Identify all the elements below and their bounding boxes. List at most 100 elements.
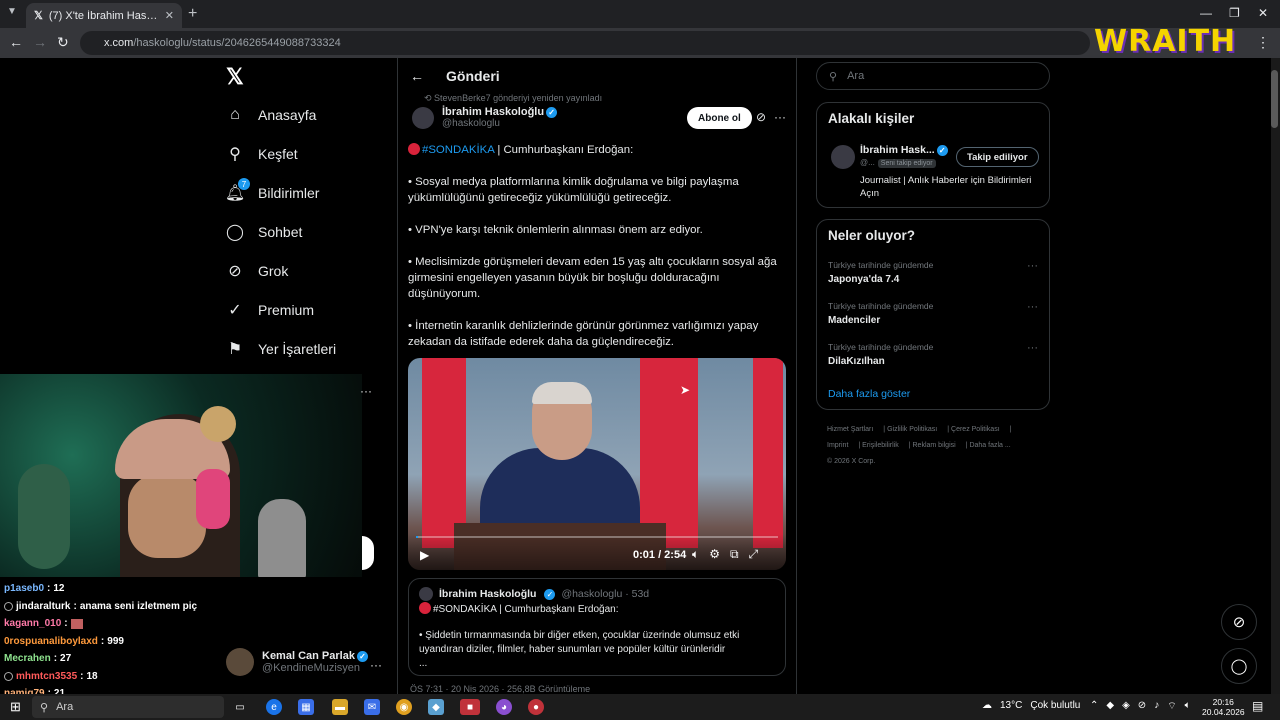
- scroll-thumb[interactable]: [1271, 70, 1278, 128]
- account-switcher[interactable]: Kemal Can Parlak ✓ @KendineMuzisyen: [226, 648, 368, 676]
- discord-icon[interactable]: ◕: [496, 699, 512, 715]
- grok-icon: ⊘: [228, 263, 242, 280]
- tray-icon[interactable]: ⊘: [1138, 700, 1146, 713]
- badge-icon: [4, 671, 13, 681]
- footer-link[interactable]: Çerez Politikası: [951, 426, 1000, 433]
- footer-link[interactable]: Erişilebilirlik: [862, 442, 899, 449]
- quoted-post[interactable]: İbrahim Haskoloğlu ✓ @haskologlu · 53d #…: [408, 578, 786, 676]
- x-logo[interactable]: 𝕏: [226, 64, 244, 90]
- edge-icon[interactable]: e: [266, 699, 282, 715]
- trend-item[interactable]: Türkiye tarihinde gündemde DilaKızılhan …: [828, 342, 1038, 367]
- home-icon: ⌂: [230, 106, 240, 123]
- following-button[interactable]: Takip ediliyor: [956, 147, 1039, 167]
- grok-float-button[interactable]: ⊘: [1221, 604, 1257, 640]
- windows-start-icon[interactable]: ⊞: [10, 699, 21, 715]
- tray-icon[interactable]: ◆: [1106, 700, 1114, 713]
- close-window-icon[interactable]: ✕: [1258, 6, 1268, 20]
- more-icon[interactable]: ···: [1027, 301, 1038, 313]
- fullscreen-icon[interactable]: ⤢: [749, 547, 759, 562]
- wifi-icon[interactable]: ⌔: [1167, 700, 1176, 713]
- chevron-up-icon[interactable]: ⌃: [1090, 700, 1098, 713]
- nav-grok[interactable]: ⊘ Grok: [226, 262, 288, 280]
- app-icon[interactable]: ✉: [364, 699, 380, 715]
- footer-links: Hizmet Şartları | Gizlilik Politikası | Çe…: [827, 426, 1012, 465]
- nav-label: Anasayfa: [258, 107, 317, 123]
- nav-premium[interactable]: ✓ Premium: [226, 301, 314, 319]
- tray-icon[interactable]: ◈: [1122, 700, 1130, 713]
- mic-icon[interactable]: ♪: [1154, 700, 1159, 713]
- play-icon[interactable]: ▶: [420, 548, 429, 562]
- system-tray: ⌃ ◆ ◈ ⊘ ♪ ⌔ 🔈︎: [1090, 700, 1191, 713]
- search-input[interactable]: ⚲ Ara: [816, 62, 1050, 90]
- more-icon[interactable]: ···: [1027, 342, 1038, 354]
- folder-icon[interactable]: ▬: [332, 699, 348, 715]
- task-view-icon[interactable]: ▭: [232, 699, 248, 715]
- messages-float-button[interactable]: ◯: [1221, 648, 1257, 684]
- nav-bookmarks[interactable]: ⚑ Yer İşaretleri: [226, 340, 336, 358]
- browser-menu-icon[interactable]: ⋮: [1256, 34, 1270, 51]
- side-handle[interactable]: [362, 536, 374, 570]
- grok-icon[interactable]: ⊘: [756, 110, 766, 124]
- reload-icon[interactable]: ↻: [57, 34, 69, 51]
- hashtag-link[interactable]: #SONDAKİKA: [422, 144, 494, 156]
- chat-line: p1aseb0:12: [4, 583, 65, 595]
- browser-tab[interactable]: 𝕏 (7) X'te İbrahim Haskoloğlu: " ✕: [26, 3, 182, 28]
- back-arrow-icon[interactable]: ←: [410, 68, 424, 84]
- notification-icon[interactable]: ▤: [1252, 699, 1263, 713]
- related-name[interactable]: İbrahim Hask... ✓: [860, 144, 948, 156]
- nav-home[interactable]: ⌂ Anasayfa: [226, 106, 316, 124]
- mouse-cursor-icon: ➤: [680, 383, 691, 397]
- nav-chat[interactable]: ◯ Sohbet: [226, 223, 302, 241]
- show-more-link[interactable]: Daha fazla göster: [828, 388, 910, 400]
- more-icon[interactable]: ···: [360, 384, 372, 398]
- trend-item[interactable]: Türkiye tarihinde gündemde Madenciler ··…: [828, 301, 1038, 326]
- scrollbar[interactable]: [1271, 58, 1280, 694]
- volume-icon[interactable]: 🔈︎: [692, 547, 699, 562]
- chat-message: 12: [53, 583, 65, 595]
- post-author[interactable]: İbrahim Haskoloğlu ✓ @haskologlu: [412, 106, 558, 129]
- pip-icon[interactable]: ⧉: [730, 547, 739, 562]
- verified-icon: ✓: [546, 106, 558, 118]
- app-icon[interactable]: ●: [528, 699, 544, 715]
- account-more-icon[interactable]: ···: [370, 658, 382, 672]
- avatar[interactable]: [412, 106, 434, 129]
- video-player[interactable]: ➤ ▶ 0:01 / 2:54 🔈︎ ⚙ ⧉ ⤢: [408, 358, 786, 570]
- chrome-icon[interactable]: ◉: [396, 699, 412, 715]
- volume-icon[interactable]: 🔈︎: [1185, 700, 1191, 713]
- forward-icon[interactable]: →: [33, 34, 47, 50]
- minimize-icon[interactable]: —: [1200, 6, 1212, 20]
- footer-link[interactable]: Reklam bilgisi: [913, 442, 956, 449]
- video-time: 0:01 / 2:54: [633, 549, 687, 561]
- store-icon[interactable]: ▦: [298, 699, 314, 715]
- subscribe-button[interactable]: Abone ol: [687, 107, 752, 129]
- tab-title: (7) X'te İbrahim Haskoloğlu: ": [48, 9, 159, 22]
- settings-icon[interactable]: ⚙: [709, 547, 720, 562]
- address-bar[interactable]: x.com/haskologlu/status/2046265449088733…: [80, 31, 1090, 55]
- taskbar-search[interactable]: ⚲ Ara: [32, 696, 224, 718]
- cloud-icon: ☁: [982, 700, 992, 711]
- more-icon[interactable]: ···: [774, 110, 786, 124]
- footer-link[interactable]: Imprint: [827, 442, 848, 449]
- trend-item[interactable]: Türkiye tarihinde gündemde Japonya'da 7.…: [828, 260, 1038, 285]
- video-progress[interactable]: [416, 536, 778, 538]
- nav-notifications[interactable]: 🔔︎ 7 Bildirimler: [225, 178, 319, 202]
- footer-link[interactable]: Daha fazla ...: [969, 442, 1010, 449]
- more-icon[interactable]: ···: [1027, 260, 1038, 272]
- maximize-icon[interactable]: ❐: [1229, 6, 1240, 20]
- author-handle[interactable]: @haskologlu: [442, 118, 557, 129]
- back-icon[interactable]: ←: [9, 34, 23, 50]
- new-tab-button[interactable]: +: [188, 5, 197, 23]
- author-name[interactable]: İbrahim Haskoloğlu ✓: [442, 106, 558, 118]
- weather-widget[interactable]: ☁ 13°C Çok bulutlu: [982, 700, 1080, 711]
- avatar[interactable]: [831, 145, 855, 169]
- footer-link[interactable]: Gizlilik Politikası: [887, 426, 937, 433]
- tab-close-icon[interactable]: ✕: [165, 9, 174, 22]
- account-name: Kemal Can Parlak ✓: [262, 650, 368, 662]
- app-icon[interactable]: ■: [460, 699, 480, 715]
- tab-search-icon[interactable]: ▼: [7, 6, 17, 17]
- footer-link[interactable]: Hizmet Şartları: [827, 426, 873, 433]
- nav-explore[interactable]: ⚲ Keşfet: [226, 145, 298, 163]
- clock[interactable]: 20:16 20.04.2026: [1202, 697, 1245, 717]
- trends-card: Neler oluyor? Türkiye tarihinde gündemde…: [816, 219, 1050, 410]
- app-icon[interactable]: ◆: [428, 699, 444, 715]
